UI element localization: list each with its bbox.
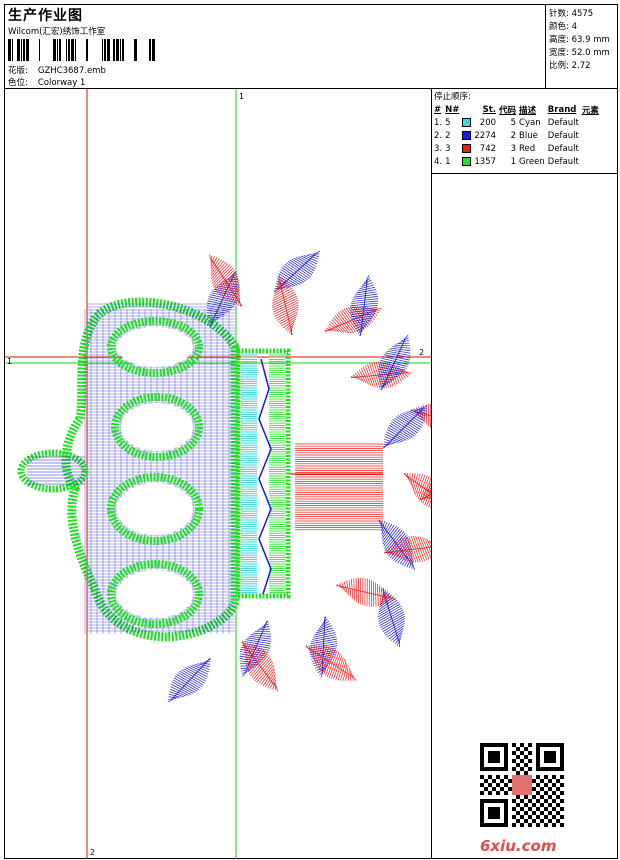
cell-st: 1357 [474, 156, 497, 167]
design-file: GZHC3687.emb [37, 66, 106, 76]
barcode [8, 39, 155, 61]
table-row: 3. 3 742 3 Red Default [434, 142, 602, 155]
table-row: 4. 1 1357 1 Green Default [434, 155, 602, 168]
cell-code: 1 [510, 156, 517, 167]
cell-brand: Default [547, 130, 579, 141]
cell-n: 1 [445, 156, 451, 167]
table-header: # N# St. 代码 描述 Brand 元素 [434, 104, 599, 116]
cell-code: 2 [510, 130, 517, 141]
cell-desc: Red [519, 143, 536, 154]
colorway-row: 色位: Colorway 1 [8, 76, 85, 88]
cell-n: 5 [445, 117, 451, 128]
stat-colors: 颜色: 4 [549, 22, 577, 32]
cell-desc: Blue [519, 130, 538, 141]
guide-label-h2: 2 [419, 348, 424, 357]
cell-code: 5 [510, 117, 517, 128]
cell-desc: Cyan [519, 117, 541, 128]
stats-panel: 针数: 4575 颜色: 4 高度: 63.9 mm 宽度: 52.0 mm 比… [546, 5, 618, 89]
guide-label-v2: 2 [90, 848, 95, 857]
cell-brand: Default [547, 143, 579, 154]
cell-n: 3 [445, 143, 451, 154]
jewel-window [117, 483, 193, 535]
cell-idx: 3. [434, 143, 443, 154]
embroidery-preview: 1 2 1 2 [5, 89, 431, 859]
stat-width: 宽度: 52.0 mm [549, 48, 610, 58]
cell-idx: 2. [434, 130, 443, 141]
cell-brand: Default [547, 156, 579, 167]
leaf [209, 254, 243, 307]
cell-idx: 1. [434, 117, 443, 128]
cell-code: 3 [510, 143, 517, 154]
table-row: 2. 2 2274 2 Blue Default [434, 129, 602, 142]
sheet-title: 生产作业图 [8, 8, 83, 24]
stop-sequence-table: # N# St. 代码 描述 Brand 元素 1. 5 200 5 Cyan Defau… [434, 103, 602, 168]
cell-st: 200 [479, 117, 497, 128]
leaf [378, 519, 415, 570]
leaf [271, 275, 299, 336]
stat-stitches: 针数: 4575 [549, 9, 594, 19]
leaf [403, 472, 431, 508]
stop-sequence-title: 停止顺序: [434, 92, 471, 102]
colorway-label: 色位: [8, 78, 28, 88]
stop-sequence-panel: 停止顺序: # N# St. 代码 描述 Brand 元素 1. 5 200 5 Cya… [432, 89, 618, 859]
divider [432, 173, 618, 174]
color-swatch [462, 156, 472, 166]
cell-st: 742 [479, 143, 497, 154]
color-swatch [462, 130, 472, 140]
design-row: 花版: GZHC3687.emb [8, 64, 106, 76]
color-swatch [462, 117, 472, 127]
header-panel: 生产作业图 Wilcom(汇宏)绣饰工作室 花版: GZHC3687.emb 色位… [5, 5, 546, 89]
cell-st: 2274 [474, 130, 497, 141]
cell-brand: Default [547, 117, 579, 128]
leaf [305, 645, 357, 681]
company-name: Wilcom(汇宏)绣饰工作室 [8, 27, 106, 37]
production-sheet: 生产作业图 Wilcom(汇宏)绣饰工作室 花版: GZHC3687.emb 色位… [4, 4, 618, 859]
stat-height: 高度: 63.9 mm [549, 35, 610, 45]
jewel-window [117, 327, 193, 367]
cell-n: 2 [445, 130, 451, 141]
watermark-logo: 6xiu.com [480, 837, 557, 855]
leaf [167, 657, 212, 703]
guide-label-h1: 1 [7, 357, 12, 366]
crown-motif [17, 297, 291, 642]
design-canvas: 1 2 1 2 [5, 89, 432, 859]
color-swatch [462, 143, 472, 153]
table-row: 1. 5 200 5 Cyan Default [434, 116, 602, 129]
stat-scale: 比例: 2.72 [549, 61, 591, 71]
cell-desc: Green [519, 156, 545, 167]
leaf [382, 405, 428, 449]
cell-idx: 4. [434, 156, 443, 167]
design-label: 花版: [8, 66, 28, 76]
jewel-window [121, 403, 193, 451]
qr-code [480, 743, 564, 827]
jewel-window [117, 570, 193, 618]
leaf [239, 620, 272, 677]
colorway-value: Colorway 1 [37, 78, 86, 88]
guide-label-v1: 1 [239, 92, 244, 101]
